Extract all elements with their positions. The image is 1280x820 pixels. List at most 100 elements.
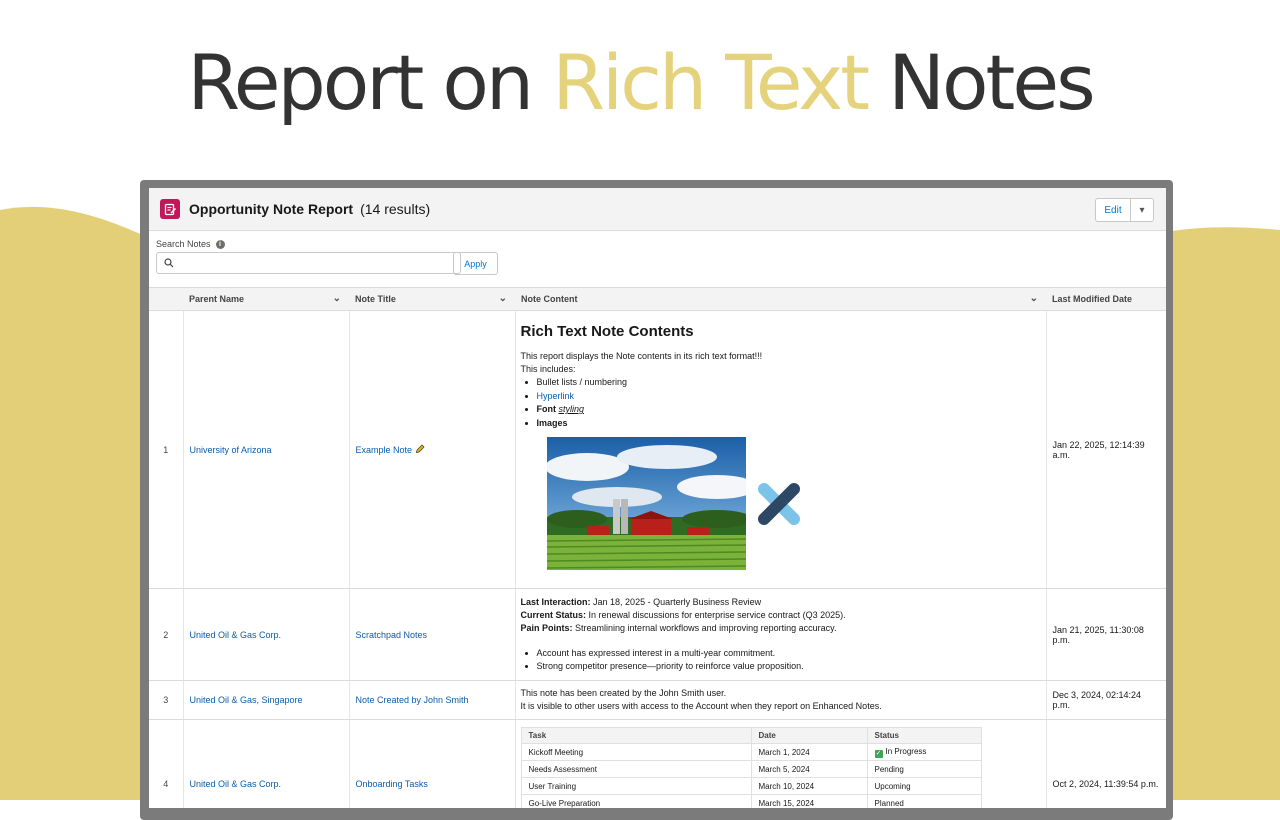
column-header-parent[interactable]: Parent Name ⌄ — [183, 287, 349, 311]
list-item: Account has expressed interest in a mult… — [537, 647, 1041, 661]
search-area: Search Notes i Apply — [149, 231, 1166, 287]
note-icon — [160, 199, 180, 219]
task-name: User Training — [520, 777, 752, 795]
farm-image — [546, 437, 746, 570]
task-table: Task Date Status Kickoff Meeting March 1… — [520, 727, 982, 808]
column-label: Note Content — [521, 294, 578, 304]
task-date: March 10, 2024 — [750, 777, 868, 795]
task-name: Needs Assessment — [520, 760, 752, 778]
edit-button[interactable]: Edit — [1095, 198, 1131, 222]
parent-link[interactable]: United Oil & Gas Corp. — [190, 779, 282, 789]
list-item: Hyperlink — [537, 390, 1041, 404]
column-header-date[interactable]: Last Modified Date — [1046, 287, 1166, 311]
note-content-cell: Last Interaction: Jan 18, 2025 - Quarter… — [515, 588, 1047, 681]
parent-cell: United Oil & Gas Corp. — [183, 588, 350, 681]
more-actions-button[interactable]: ▾ — [1131, 198, 1154, 222]
column-header-title[interactable]: Note Title ⌄ — [349, 287, 515, 311]
column-header-index — [149, 287, 183, 311]
note-text: Current Status: In renewal discussions f… — [521, 609, 1041, 622]
search-icon — [164, 258, 174, 268]
parent-link[interactable]: University of Arizona — [190, 445, 272, 455]
info-icon[interactable]: i — [215, 239, 225, 249]
table-row: 4 United Oil & Gas Corp. Onboarding Task… — [149, 719, 1166, 808]
column-label: Last Modified Date — [1052, 294, 1133, 304]
note-bullet-list: Bullet lists / numbering Hyperlink Font … — [521, 376, 1041, 430]
note-text-value: Jan 18, 2025 - Quarterly Business Review — [593, 596, 762, 607]
pencil-icon — [415, 444, 425, 453]
task-column-header: Status — [866, 727, 982, 744]
bold-text: Last Interaction: — [520, 596, 591, 607]
list-item: Bullet lists / numbering — [537, 376, 1041, 390]
header-actions: Edit ▾ — [1095, 198, 1154, 222]
parent-cell: University of Arizona — [183, 310, 350, 589]
row-number: 4 — [149, 719, 184, 808]
notes-table: Parent Name ⌄ Note Title ⌄ Note Content ⌄ L… — [149, 287, 1166, 808]
task-status: Upcoming — [866, 777, 982, 795]
note-text: This includes: — [520, 364, 576, 374]
date-cell: Oct 2, 2024, 11:39:54 p.m. — [1046, 719, 1166, 808]
note-content-cell: Rich Text Note Contents This report disp… — [515, 310, 1047, 589]
note-text: This note has been created by the John S… — [520, 688, 727, 698]
row-number: 2 — [149, 588, 184, 681]
search-box[interactable] — [156, 252, 461, 274]
x-logo-image — [757, 482, 800, 525]
task-row: Kickoff Meeting March 1, 2024 ✓ In Progre… — [520, 743, 982, 761]
task-date: March 15, 2024 — [750, 794, 868, 808]
list-item: Strong competitor presence—priority to r… — [537, 660, 1041, 674]
title-cell: Onboarding Tasks — [349, 719, 516, 808]
task-header-row: Task Date Status — [520, 727, 982, 744]
note-heading: Rich Text Note Contents — [520, 323, 694, 340]
chevron-down-icon[interactable]: ⌄ — [333, 293, 341, 304]
card-title: Opportunity Note Report — [189, 201, 354, 217]
note-title-link[interactable]: Scratchpad Notes — [356, 630, 428, 640]
title-cell: Note Created by John Smith — [349, 680, 516, 720]
bold-text: Current Status: — [520, 609, 587, 620]
apply-button[interactable]: Apply — [453, 252, 498, 275]
task-column-header: Date — [750, 727, 868, 744]
table-header-row: Parent Name ⌄ Note Title ⌄ Note Content ⌄ L… — [149, 287, 1166, 311]
headline-part1: Report on — [187, 38, 534, 127]
note-title-link[interactable]: Note Created by John Smith — [356, 695, 469, 705]
note-text: This report displays the Note contents i… — [520, 351, 763, 361]
column-label: Parent Name — [189, 294, 245, 304]
checkbox-icon: ✓ — [874, 749, 883, 758]
task-row: Needs Assessment March 5, 2024 Pending — [520, 760, 982, 778]
result-count: (14 results) — [360, 201, 431, 217]
bold-text: Font — [536, 404, 557, 414]
table-row: 2 United Oil & Gas Corp. Scratchpad Note… — [149, 588, 1166, 681]
note-title-link[interactable]: Onboarding Tasks — [356, 779, 428, 789]
list-item: Images — [537, 417, 1041, 431]
parent-link[interactable]: United Oil & Gas, Singapore — [190, 695, 303, 705]
task-column-header: Task — [520, 727, 752, 744]
note-content-cell: This note has been created by the John S… — [515, 680, 1047, 720]
bold-text: Images — [536, 417, 568, 428]
search-label: Search Notes i — [156, 239, 225, 249]
date-cell: Dec 3, 2024, 02:14:24 p.m. — [1046, 680, 1166, 720]
note-bullet-list: Account has expressed interest in a mult… — [521, 647, 1041, 674]
task-name: Go-Live Preparation — [520, 794, 752, 808]
note-images — [546, 437, 1041, 570]
note-title-link[interactable]: Example Note — [356, 445, 413, 455]
parent-cell: United Oil & Gas, Singapore — [183, 680, 350, 720]
column-header-content[interactable]: Note Content ⌄ — [515, 287, 1046, 311]
parent-link[interactable]: United Oil & Gas Corp. — [190, 630, 282, 640]
title-cell: Scratchpad Notes — [349, 588, 516, 681]
chevron-down-icon[interactable]: ⌄ — [499, 293, 507, 304]
task-status-text: In Progress — [885, 746, 927, 756]
hyperlink[interactable]: Hyperlink — [537, 391, 575, 401]
search-input[interactable] — [179, 256, 443, 270]
task-status: ✓ In Progress — [866, 743, 982, 761]
title-cell: Example Note — [349, 310, 516, 589]
table-row: 1 University of Arizona Example Note Ric… — [149, 310, 1166, 589]
italic-text: styling — [558, 404, 585, 414]
date-cell: Jan 21, 2025, 11:30:08 p.m. — [1046, 588, 1166, 681]
chevron-down-icon: ▾ — [1139, 204, 1145, 216]
parent-cell: United Oil & Gas Corp. — [183, 719, 350, 808]
chevron-down-icon[interactable]: ⌄ — [1030, 293, 1038, 304]
headline-part3: Notes — [888, 38, 1096, 127]
table-row: 3 United Oil & Gas, Singapore Note Creat… — [149, 680, 1166, 720]
headline-accent: Rich Text — [552, 38, 870, 127]
report-card: Opportunity Note Report (14 results) Edi… — [149, 188, 1166, 808]
row-number: 1 — [149, 310, 184, 589]
note-text: Pain Points: Streamlining internal workf… — [521, 622, 1041, 635]
